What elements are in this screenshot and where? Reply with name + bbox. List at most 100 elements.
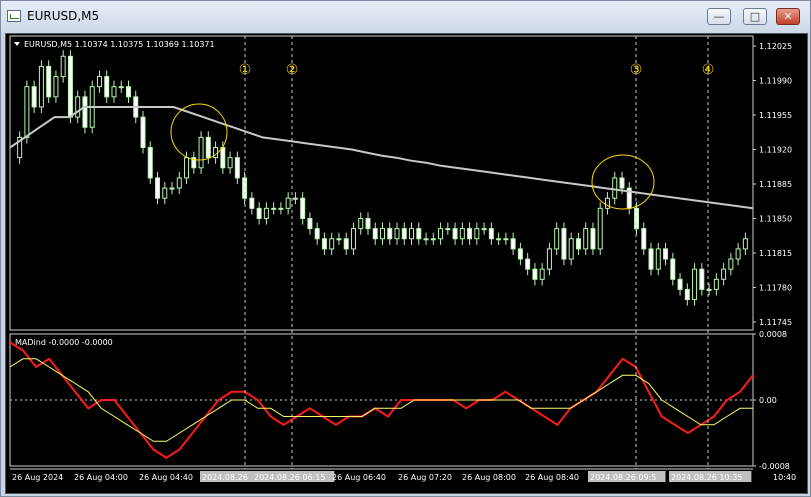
candle-body xyxy=(655,248,661,270)
candle-body xyxy=(336,238,342,241)
symbol-menu-arrow-icon[interactable] xyxy=(14,42,20,46)
candle-body xyxy=(612,177,618,199)
time-tick-label: 2024.08.26 10:35 xyxy=(671,473,742,482)
main-y-tick-label: 1.11920 xyxy=(759,146,792,155)
candle-body xyxy=(82,96,88,128)
candle-body xyxy=(713,278,719,290)
main-y-tick-label: 1.11990 xyxy=(759,77,792,86)
candle-body xyxy=(728,258,734,270)
candle-body xyxy=(554,228,560,250)
candle-body xyxy=(735,248,741,260)
candle-body xyxy=(590,228,596,250)
candle-body xyxy=(430,238,436,241)
chart-app-icon xyxy=(7,10,21,22)
candle-body xyxy=(365,217,371,230)
indicator-y-tick-label: 0.0008 xyxy=(759,330,787,339)
candle-body xyxy=(409,228,415,240)
chart-svg[interactable]: EURUSD,M5 1.10374 1.10375 1.10369 1.1037… xyxy=(6,34,807,493)
title-bar[interactable]: EURUSD,M5 — □ ✕ xyxy=(1,1,810,33)
candle-body xyxy=(503,238,509,241)
candle-body xyxy=(162,187,168,199)
candle-body xyxy=(459,228,465,240)
candle-body xyxy=(372,228,378,240)
candle-body xyxy=(575,238,581,250)
marker-label: ② xyxy=(286,62,299,78)
candle-body xyxy=(278,207,284,210)
candle-body xyxy=(699,268,705,290)
candle-body xyxy=(227,157,233,169)
indicator-y-tick-label: -0.0008 xyxy=(759,462,790,471)
candle-body xyxy=(60,55,66,78)
candle-body xyxy=(213,147,219,159)
main-y-tick-label: 1.11745 xyxy=(759,318,792,327)
candle-body xyxy=(670,258,676,280)
candle-body xyxy=(474,228,480,240)
candle-body xyxy=(38,65,44,108)
candle-body xyxy=(256,207,262,219)
candle-body xyxy=(96,76,102,88)
time-tick-label: 26 Aug 06:40 xyxy=(332,473,386,482)
candle-body xyxy=(184,157,190,179)
main-y-tick-label: 1.11780 xyxy=(759,284,792,293)
candle-body xyxy=(604,197,610,209)
time-tick-label: 2024.08.26 xyxy=(202,473,248,482)
candle-body xyxy=(314,228,320,240)
candle-body xyxy=(634,207,640,230)
candle-body xyxy=(104,76,110,98)
candle-body xyxy=(249,197,255,209)
candle-body xyxy=(111,86,117,98)
candle-body xyxy=(684,288,690,301)
candle-body xyxy=(517,248,523,260)
candle-body xyxy=(445,228,451,231)
candle-body xyxy=(663,248,669,260)
time-tick-label: 26 Aug 07:20 xyxy=(398,473,452,482)
candle-body xyxy=(481,228,487,231)
candle-body xyxy=(75,96,81,118)
candle-body xyxy=(285,197,291,209)
candle-body xyxy=(307,217,313,230)
candle-body xyxy=(350,228,356,250)
candle-body xyxy=(648,248,654,270)
minimize-icon: — xyxy=(713,10,725,23)
main-y-tick-label: 1.11955 xyxy=(759,111,792,120)
candle-body xyxy=(380,228,385,240)
candle-body xyxy=(53,76,59,98)
candle-body xyxy=(24,86,30,138)
candle-body xyxy=(155,177,161,199)
candle-body xyxy=(343,238,349,250)
indicator-header: MADind -0.0000 -0.0000 xyxy=(15,338,113,347)
candle-body xyxy=(220,147,226,169)
candle-body xyxy=(329,238,335,250)
minimize-button[interactable]: — xyxy=(707,8,731,25)
candle-body xyxy=(292,197,298,200)
candle-body xyxy=(583,228,589,250)
time-tick-label: 26 Aug 08:00 xyxy=(462,473,516,482)
indicator-y-tick-label: 0.00 xyxy=(759,396,777,405)
candle-body xyxy=(401,228,407,240)
candle-body xyxy=(271,207,277,210)
candle-body xyxy=(438,228,444,240)
candle-body xyxy=(125,86,131,98)
marker-label: ④ xyxy=(702,62,715,78)
time-tick-label: 26 Aug 08:40 xyxy=(525,473,579,482)
candle-body xyxy=(721,268,727,280)
candle-body xyxy=(525,258,531,270)
chart-area[interactable]: EURUSD,M5 1.10374 1.10375 1.10369 1.1037… xyxy=(5,33,808,494)
candle-body xyxy=(31,86,37,108)
time-tick-label: 10:40 xyxy=(773,473,796,482)
candle-body xyxy=(467,228,473,240)
candle-body xyxy=(140,116,146,149)
main-y-tick-label: 1.12025 xyxy=(759,42,792,51)
close-button[interactable]: ✕ xyxy=(776,8,800,25)
candle-body xyxy=(742,238,748,250)
main-y-tick-label: 1.11815 xyxy=(759,249,792,258)
time-tick-label: 26 Aug 2024 xyxy=(12,473,63,482)
maximize-button[interactable]: □ xyxy=(743,8,767,25)
maximize-icon: □ xyxy=(749,10,761,23)
main-chart-header: EURUSD,M5 1.10374 1.10375 1.10369 1.1037… xyxy=(24,40,215,49)
close-icon: ✕ xyxy=(783,10,793,23)
candle-body xyxy=(205,136,211,159)
candle-body xyxy=(263,207,269,219)
time-tick-label: 2024.08.26 09:5 xyxy=(590,473,656,482)
time-tick-label: 26 Aug 04:00 xyxy=(74,473,128,482)
